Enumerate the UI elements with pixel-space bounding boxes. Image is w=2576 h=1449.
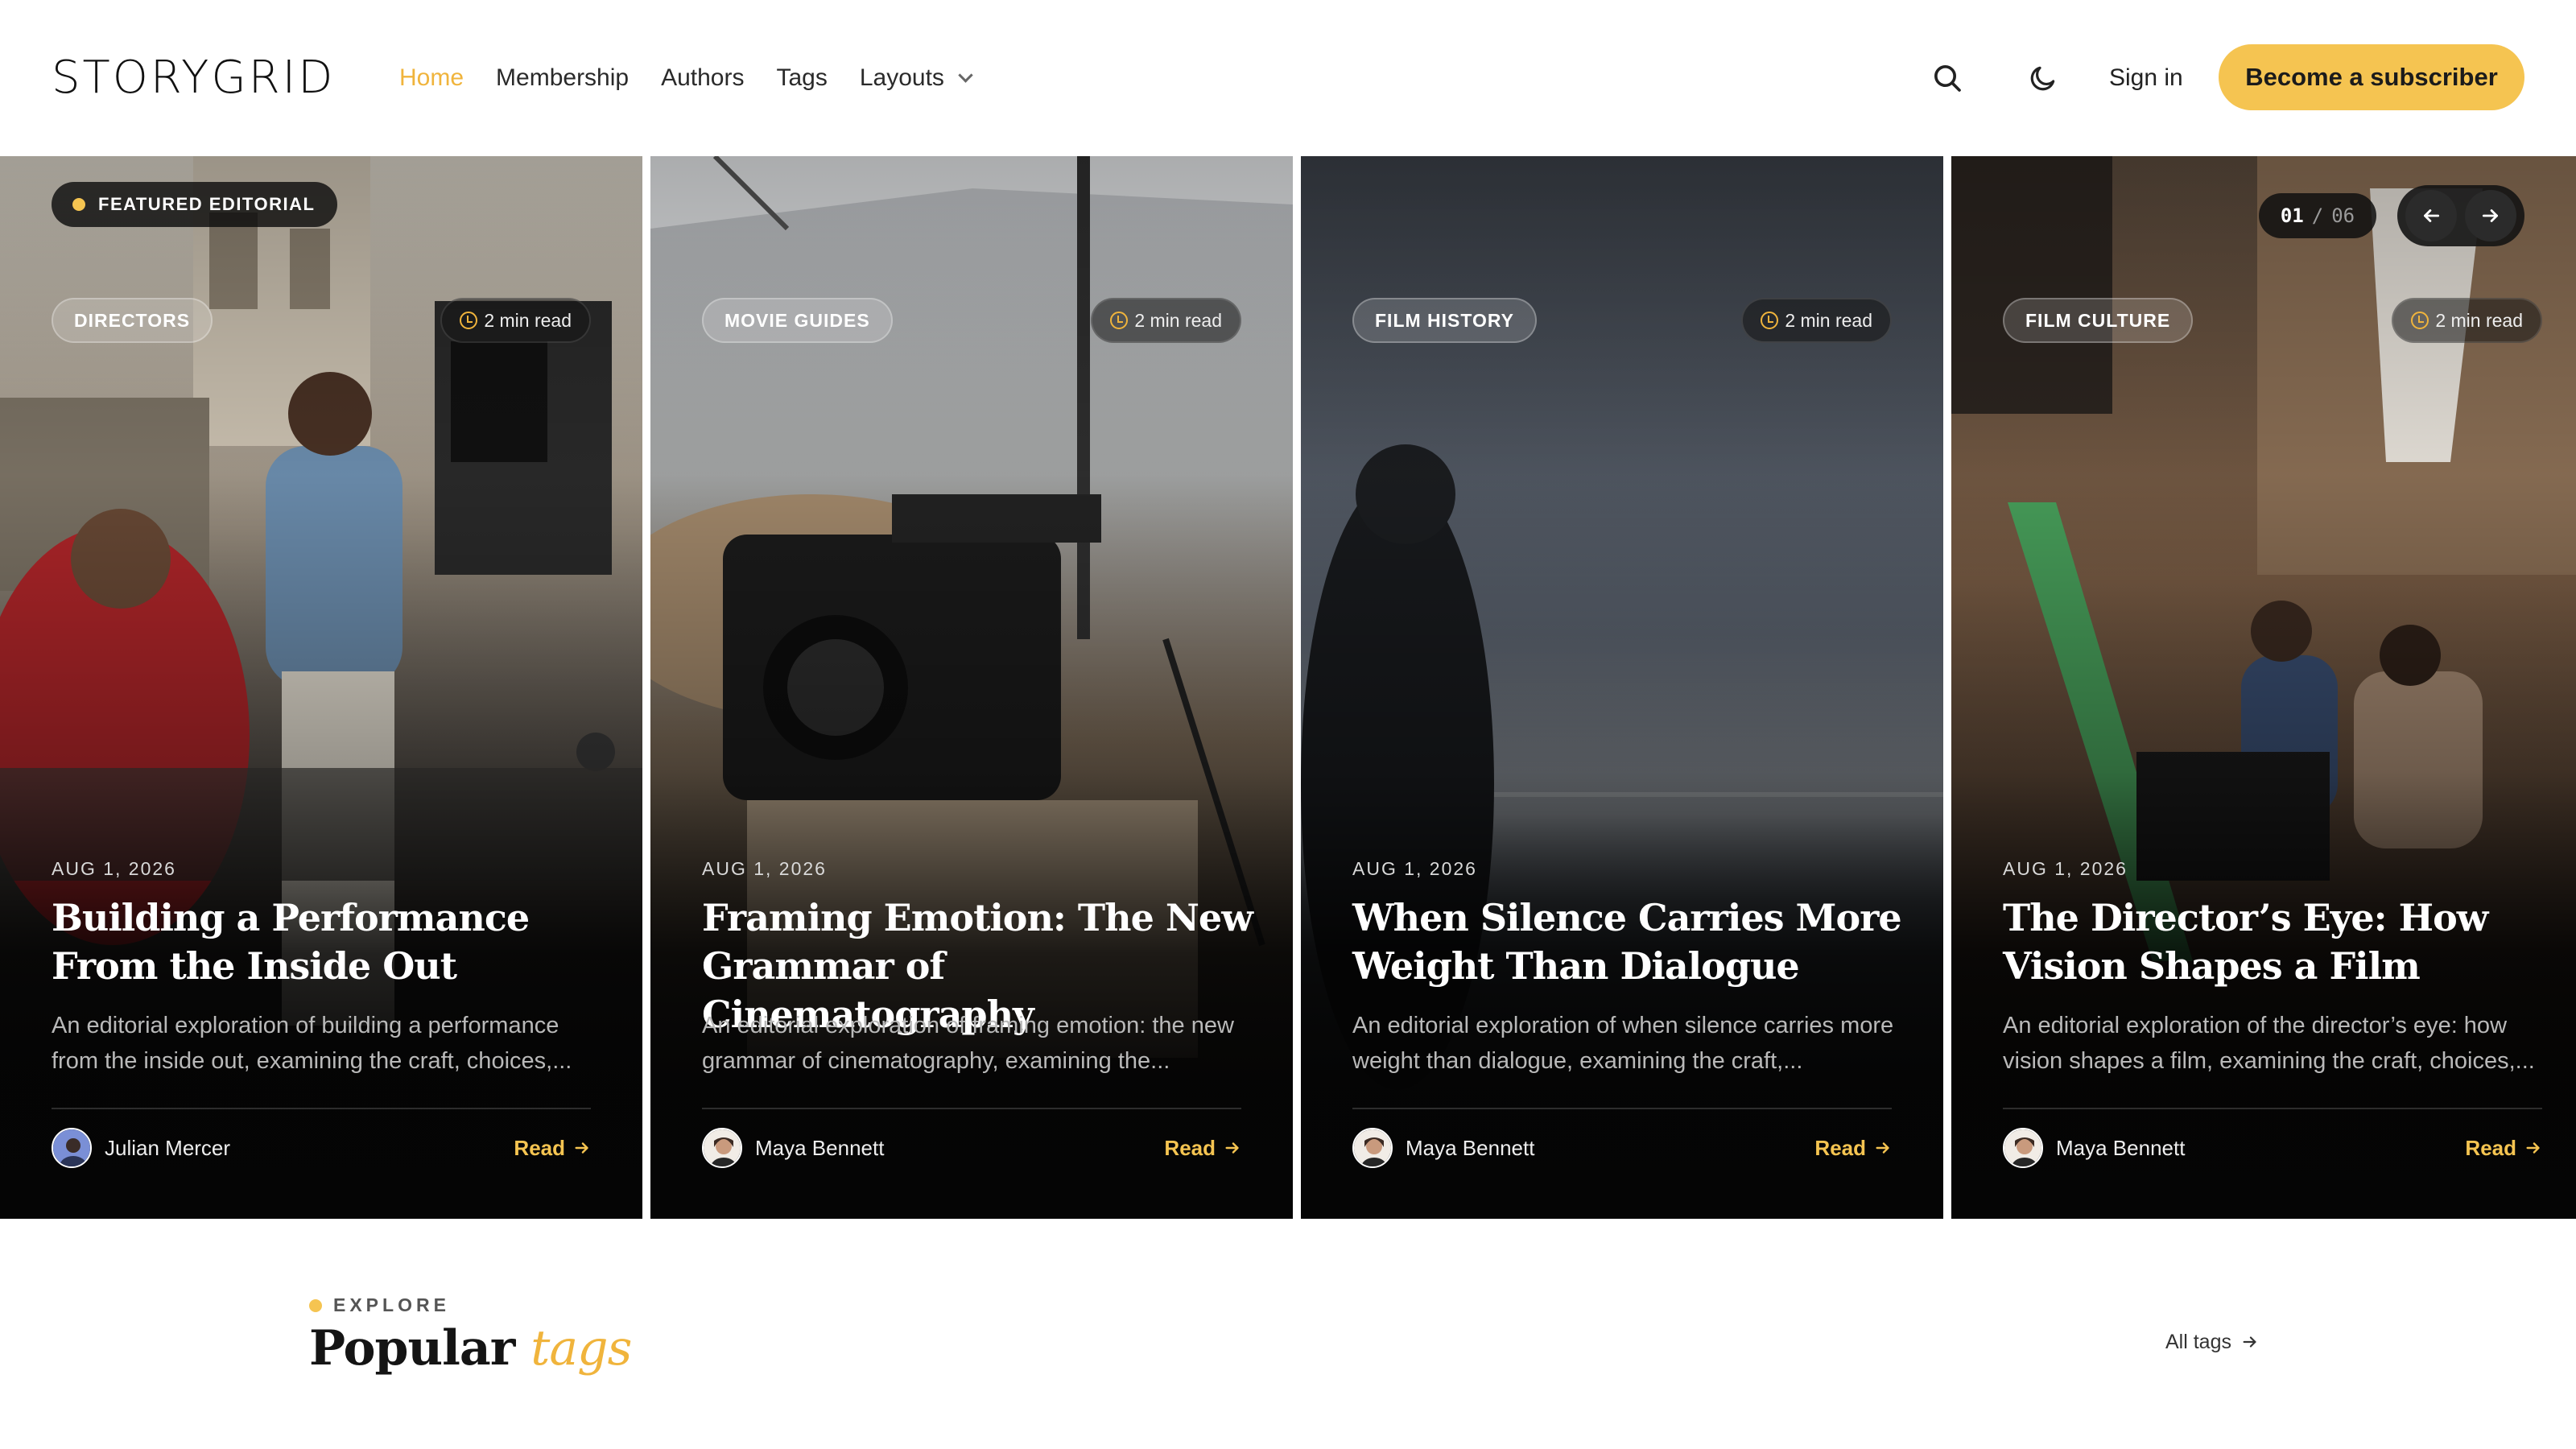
author-name: Maya Bennett [2056, 1135, 2186, 1160]
read-time-label: 2 min read [1785, 309, 1872, 331]
card-excerpt: An editorial exploration of the director… [2003, 1013, 2535, 1074]
card-date: AUG 1, 2026 [52, 858, 176, 879]
read-link[interactable]: Read [1814, 1127, 1892, 1169]
card-author[interactable]: Maya Bennett [2003, 1127, 2185, 1169]
all-tags-link[interactable]: All tags [2165, 1328, 2259, 1356]
eyebrow-label: EXPLORE [333, 1294, 450, 1315]
avatar [1352, 1128, 1393, 1168]
clock-icon [2411, 312, 2429, 329]
read-link-label: Read [1164, 1135, 1216, 1160]
story-card[interactable]: FILM CULTURE 2 min read AUG 1, 2026 The … [1951, 156, 2576, 1219]
story-card[interactable]: FILM HISTORY 2 min read AUG 1, 2026 When… [1301, 156, 1943, 1219]
card-title[interactable]: Building a Performance From the Inside O… [52, 894, 607, 990]
arrow-right-icon [2482, 209, 2498, 222]
chevron-down-icon [958, 67, 973, 83]
category-pill[interactable]: DIRECTORS [52, 298, 213, 343]
read-link-label: Read [1814, 1135, 1866, 1160]
story-card[interactable]: DIRECTORS 2 min read AUG 1, 2026 Buildin… [0, 156, 642, 1219]
card-title[interactable]: The Director’s Eye: How Vision Shapes a … [2003, 894, 2558, 990]
section-eyebrow: EXPLORE [309, 1294, 450, 1316]
signin-link[interactable]: Sign in [2109, 56, 2183, 100]
card-title[interactable]: When Silence Carries More Weight Than Di… [1352, 894, 1908, 990]
card-date: AUG 1, 2026 [702, 858, 827, 879]
author-name: Julian Mercer [105, 1135, 231, 1160]
arrow-left-icon [2424, 209, 2440, 222]
section-title-accent: tags [530, 1320, 632, 1377]
site-header: STORYGRID Home Membership Authors Tags L… [0, 0, 2576, 156]
accent-dot-icon [72, 198, 85, 211]
avatar [2003, 1128, 2043, 1168]
prev-slide-button[interactable] [2405, 190, 2457, 242]
nav-layouts-label: Layouts [859, 64, 944, 91]
read-time-badge: 2 min read [1091, 298, 1241, 343]
avatar [702, 1128, 742, 1168]
featured-slider: DIRECTORS 2 min read AUG 1, 2026 Buildin… [0, 156, 2576, 1219]
category-pill[interactable]: MOVIE GUIDES [702, 298, 893, 343]
avatar [52, 1128, 92, 1168]
site-logo[interactable]: STORYGRID [52, 52, 335, 104]
read-link-label: Read [514, 1135, 565, 1160]
read-time-label: 2 min read [2435, 309, 2523, 331]
card-author[interactable]: Maya Bennett [702, 1127, 884, 1169]
featured-badge: FEATURED EDITORIAL [52, 182, 338, 227]
author-name: Maya Bennett [1406, 1135, 1535, 1160]
clock-icon [1761, 312, 1779, 329]
theme-toggle-button[interactable] [2021, 56, 2065, 100]
main-nav: Home Membership Authors Tags Layouts [399, 56, 973, 100]
card-author[interactable]: Maya Bennett [1352, 1127, 1534, 1169]
section-title-main: Popular [309, 1320, 515, 1377]
read-time-badge: 2 min read [440, 298, 591, 343]
arrow-right-icon [2243, 1336, 2256, 1348]
arrow-right-icon [1876, 1142, 1889, 1154]
featured-label: FEATURED EDITORIAL [98, 194, 316, 214]
slide-current: 01 [2280, 204, 2304, 227]
subscribe-button[interactable]: Become a subscriber [2219, 44, 2524, 110]
read-time-badge: 2 min read [2392, 298, 2542, 343]
arrow-right-icon [2526, 1142, 2540, 1154]
card-date: AUG 1, 2026 [2003, 858, 2128, 879]
read-time-label: 2 min read [484, 309, 572, 331]
read-time-label: 2 min read [1134, 309, 1222, 331]
search-icon [1934, 65, 1961, 92]
card-excerpt: An editorial exploration of framing emot… [702, 1013, 1234, 1074]
story-card[interactable]: MOVIE GUIDES 2 min read AUG 1, 2026 Fram… [650, 156, 1293, 1219]
nav-home[interactable]: Home [399, 64, 464, 92]
read-link-label: Read [2465, 1135, 2516, 1160]
nav-authors[interactable]: Authors [661, 64, 744, 92]
category-pill[interactable]: FILM CULTURE [2003, 298, 2194, 343]
slider-controls [2397, 185, 2524, 246]
card-author[interactable]: Julian Mercer [52, 1127, 230, 1169]
nav-layouts[interactable]: Layouts [859, 64, 973, 92]
author-name: Maya Bennett [755, 1135, 885, 1160]
clock-icon [1110, 312, 1129, 329]
card-date: AUG 1, 2026 [1352, 858, 1477, 879]
card-excerpt: An editorial exploration of building a p… [52, 1013, 572, 1074]
slide-counter: 01 / 06 [2259, 193, 2376, 238]
read-link[interactable]: Read [514, 1127, 591, 1169]
search-button[interactable] [1926, 56, 1969, 100]
arrow-right-icon [1225, 1142, 1239, 1154]
nav-tags[interactable]: Tags [776, 64, 827, 92]
read-link[interactable]: Read [1164, 1127, 1241, 1169]
next-slide-button[interactable] [2465, 190, 2516, 242]
nav-membership[interactable]: Membership [496, 64, 629, 92]
category-pill[interactable]: FILM HISTORY [1352, 298, 1537, 343]
card-divider [52, 1108, 591, 1109]
all-tags-label: All tags [2165, 1330, 2231, 1353]
read-link[interactable]: Read [2465, 1127, 2542, 1169]
slide-total: 06 [2331, 204, 2355, 227]
arrow-right-icon [575, 1142, 588, 1154]
section-title: Popular tags [309, 1320, 632, 1377]
card-divider [702, 1108, 1241, 1109]
slide-separator: / [2311, 204, 2324, 227]
accent-dot-icon [309, 1298, 322, 1312]
moon-icon [2030, 66, 2055, 91]
card-divider [2003, 1108, 2542, 1109]
clock-icon [460, 312, 478, 329]
card-divider [1352, 1108, 1892, 1109]
read-time-badge: 2 min read [1741, 298, 1892, 343]
card-excerpt: An editorial exploration of when silence… [1352, 1013, 1894, 1074]
